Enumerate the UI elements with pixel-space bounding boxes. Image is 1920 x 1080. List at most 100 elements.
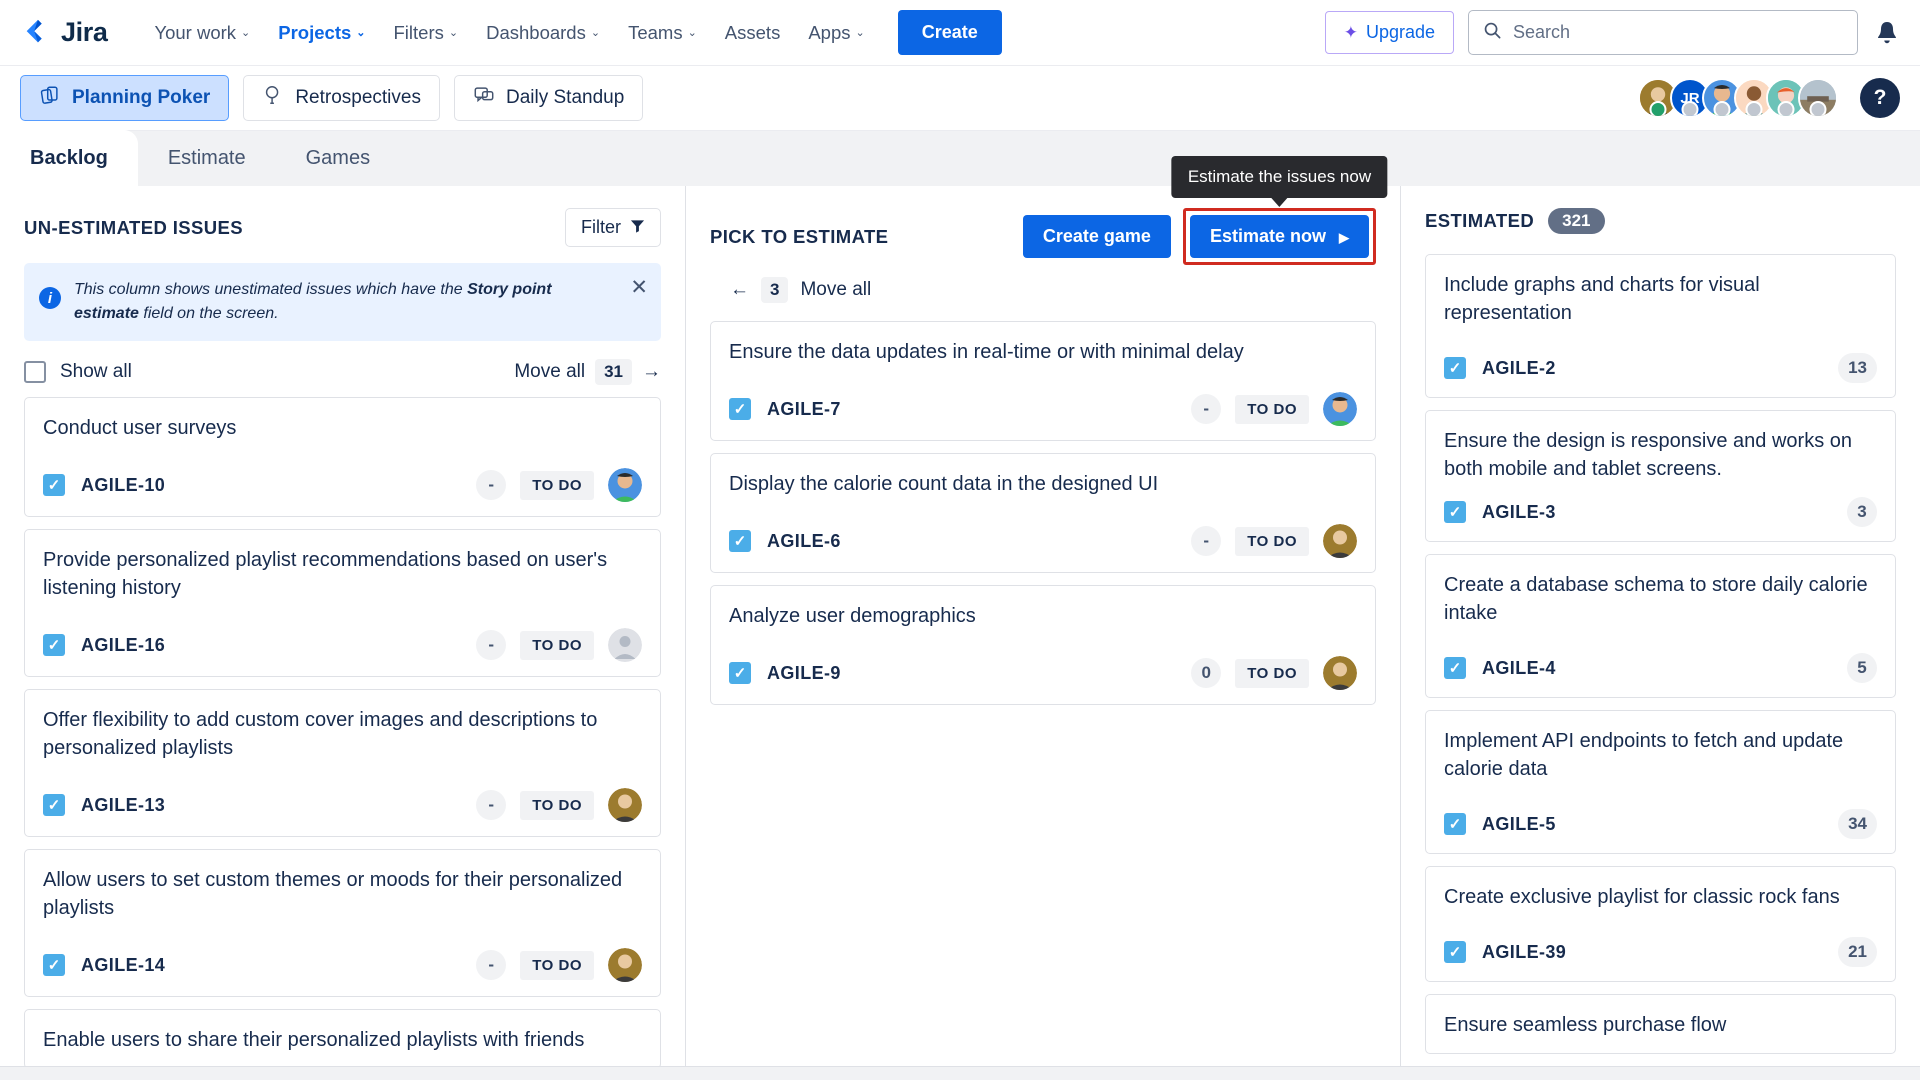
nav-projects[interactable]: Projects ⌄ (265, 13, 378, 53)
issue-checkbox[interactable]: ✓ (1444, 657, 1466, 679)
issue-card[interactable]: Provide personalized playlist recommenda… (24, 529, 661, 677)
search-input[interactable]: Search (1468, 10, 1858, 55)
issue-checkbox[interactable]: ✓ (43, 474, 65, 496)
issue-title: Allow users to set custom themes or mood… (43, 869, 623, 919)
assignee-avatar[interactable] (1323, 524, 1357, 558)
issue-checkbox[interactable]: ✓ (1444, 813, 1466, 835)
jira-logo[interactable]: Jira (22, 17, 108, 48)
issue-card[interactable]: Allow users to set custom themes or mood… (24, 849, 661, 997)
issue-checkbox[interactable]: ✓ (43, 954, 65, 976)
issue-card[interactable]: Create exclusive playlist for classic ro… (1425, 866, 1896, 982)
issue-card[interactable]: Ensure the design is responsive and work… (1425, 410, 1896, 542)
issue-key: AGILE-14 (81, 954, 166, 975)
app-switcher-bar: Planning Poker Retrospectives Daily Stan… (0, 66, 1920, 130)
nav-teams[interactable]: Teams ⌄ (615, 13, 710, 53)
column-estimated: ESTIMATED 321 Include graphs and charts … (1401, 186, 1920, 1080)
issue-checkbox[interactable]: ✓ (1444, 941, 1466, 963)
create-button[interactable]: Create (897, 10, 1002, 55)
issue-card[interactable]: Conduct user surveys ✓ AGILE-10 - TO DO (24, 397, 661, 517)
estimate-chip: 3 (1847, 497, 1877, 527)
nav-dashboards[interactable]: Dashboards ⌄ (473, 13, 613, 53)
issue-key: AGILE-16 (81, 634, 166, 655)
status-badge: TO DO (520, 790, 594, 820)
estimate-now-button[interactable]: Estimate now ▶ (1189, 215, 1369, 258)
upgrade-button[interactable]: ✦ Upgrade (1324, 11, 1454, 54)
issue-meta: - TO DO (1191, 524, 1357, 558)
assignee-avatar[interactable] (608, 948, 642, 982)
issue-card[interactable]: Offer flexibility to add custom cover im… (24, 689, 661, 837)
filter-button[interactable]: Filter (565, 208, 661, 247)
search-placeholder: Search (1513, 22, 1571, 42)
app-tab-planning-poker[interactable]: Planning Poker (20, 75, 230, 121)
planning-poker-board: UN-ESTIMATED ISSUES Filter i This column… (0, 156, 1920, 1080)
move-all-count: 31 (595, 359, 632, 385)
magnifier-face-icon (262, 84, 284, 112)
app-tab-retrospectives-label: Retrospectives (295, 87, 421, 108)
issue-card[interactable]: Display the calorie count data in the de… (710, 453, 1376, 573)
move-all-button[interactable]: Move all 31 → (514, 359, 661, 385)
move-back-count: 3 (761, 277, 789, 303)
assignee-avatar[interactable] (1323, 656, 1357, 690)
issue-checkbox[interactable]: ✓ (729, 398, 751, 420)
issue-card[interactable]: Enable users to share their personalized… (24, 1009, 661, 1069)
presence-dot (1777, 101, 1795, 116)
info-banner: i This column shows unestimated issues w… (24, 263, 661, 341)
show-all-row: Show all Move all 31 → (0, 341, 685, 397)
issue-meta: - TO DO (476, 628, 642, 662)
issue-card-footer: ✓ AGILE-3 3 (1444, 497, 1877, 527)
nav-assets[interactable]: Assets (712, 13, 794, 53)
issue-card[interactable]: Ensure seamless purchase flow (1425, 994, 1896, 1054)
collaborator-avatars: JR (1638, 78, 1838, 118)
nav-filters-label: Filters (393, 21, 444, 43)
issue-checkbox[interactable]: ✓ (1444, 357, 1466, 379)
bottom-bar (0, 1066, 1920, 1080)
status-badge: TO DO (1235, 658, 1309, 688)
pick-to-estimate-header: PICK TO ESTIMATE Create game Estimate th… (686, 156, 1400, 269)
issue-checkbox[interactable]: ✓ (43, 794, 65, 816)
estimate-now-label: Estimate now (1209, 226, 1326, 246)
issue-checkbox[interactable]: ✓ (1444, 501, 1466, 523)
issue-card[interactable]: Implement API endpoints to fetch and upd… (1425, 710, 1896, 854)
app-tab-daily-standup[interactable]: Daily Standup (453, 75, 644, 121)
pick-to-estimate-card-list: Ensure the data updates in real-time or … (686, 317, 1400, 1080)
issue-meta: - TO DO (476, 468, 642, 502)
nav-dashboards-label: Dashboards (486, 21, 586, 43)
estimated-card-list: Include graphs and charts for visual rep… (1401, 244, 1920, 1080)
notification-bell-icon[interactable] (1872, 20, 1902, 46)
info-icon: i (39, 287, 61, 309)
assignee-avatar[interactable] (608, 788, 642, 822)
assignee-avatar[interactable] (1323, 392, 1357, 426)
create-game-button[interactable]: Create game (1022, 215, 1171, 258)
tab-games[interactable]: Games (276, 130, 400, 186)
assignee-avatar[interactable] (608, 468, 642, 502)
issue-card[interactable]: Create a database schema to store daily … (1425, 554, 1896, 698)
help-button[interactable]: ? (1860, 78, 1900, 118)
jira-logo-text: Jira (61, 17, 108, 47)
tab-backlog[interactable]: Backlog (0, 130, 138, 186)
issue-title: Enable users to share their personalized… (43, 1029, 585, 1051)
assignee-avatar[interactable] (608, 628, 642, 662)
issue-checkbox[interactable]: ✓ (729, 530, 751, 552)
nav-your-work[interactable]: Your work ⌄ (141, 13, 263, 53)
app-tab-retrospectives[interactable]: Retrospectives (243, 75, 440, 121)
issue-checkbox[interactable]: ✓ (729, 662, 751, 684)
issue-key: AGILE-7 (767, 398, 841, 419)
issue-card[interactable]: Include graphs and charts for visual rep… (1425, 254, 1896, 398)
close-icon[interactable]: ✕ (630, 277, 648, 298)
info-banner-text: This column shows unestimated issues whi… (74, 278, 645, 326)
tab-estimate[interactable]: Estimate (138, 130, 276, 186)
issue-card[interactable]: Analyze user demographics ✓ AGILE-9 0 TO… (710, 585, 1376, 705)
issue-meta: 34 (1838, 809, 1877, 839)
nav-your-work-label: Your work (154, 21, 237, 43)
issue-card[interactable]: Ensure the data updates in real-time or … (710, 321, 1376, 441)
nav-apps[interactable]: Apps ⌄ (795, 13, 877, 53)
show-all-checkbox[interactable] (24, 361, 46, 383)
avatar-user-6[interactable] (1798, 78, 1838, 118)
presence-dot (1713, 101, 1731, 116)
estimate-chip: - (1191, 526, 1222, 556)
move-back-row[interactable]: ← 3 Move all (686, 269, 1400, 317)
nav-filters[interactable]: Filters ⌄ (381, 13, 472, 53)
estimate-now-tooltip: Estimate the issues now (1171, 156, 1388, 198)
issue-checkbox[interactable]: ✓ (43, 634, 65, 656)
issue-key: AGILE-6 (767, 530, 841, 551)
